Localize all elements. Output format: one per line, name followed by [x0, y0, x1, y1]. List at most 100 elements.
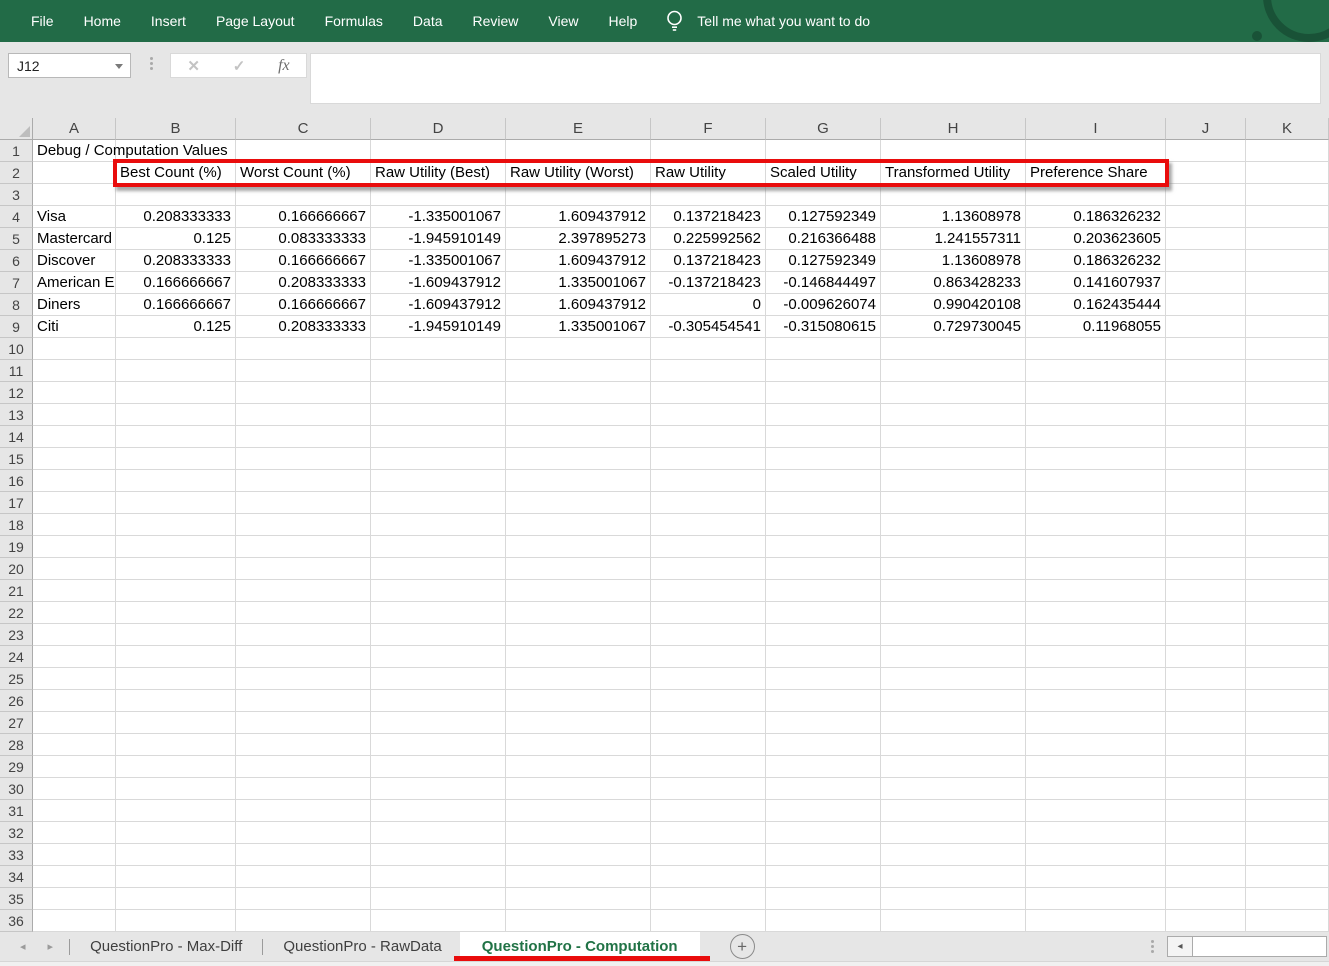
- cell-A7[interactable]: American Express: [33, 272, 116, 294]
- cell-C25[interactable]: [236, 668, 371, 690]
- cell-C1[interactable]: [236, 140, 371, 162]
- cell-D29[interactable]: [371, 756, 506, 778]
- cell-I24[interactable]: [1026, 646, 1166, 668]
- cell-I1[interactable]: [1026, 140, 1166, 162]
- cell-J4[interactable]: [1166, 206, 1246, 228]
- cell-H34[interactable]: [881, 866, 1026, 888]
- cell-K24[interactable]: [1246, 646, 1329, 668]
- cell-B12[interactable]: [116, 382, 236, 404]
- cell-A11[interactable]: [33, 360, 116, 382]
- cell-I7[interactable]: 0.141607937: [1026, 272, 1166, 294]
- cell-I2[interactable]: Preference Share: [1026, 162, 1166, 184]
- cell-G22[interactable]: [766, 602, 881, 624]
- cell-E26[interactable]: [506, 690, 651, 712]
- cell-H22[interactable]: [881, 602, 1026, 624]
- cell-C8[interactable]: 0.166666667: [236, 294, 371, 316]
- cell-A12[interactable]: [33, 382, 116, 404]
- cell-C29[interactable]: [236, 756, 371, 778]
- cell-K3[interactable]: [1246, 184, 1329, 206]
- cell-J26[interactable]: [1166, 690, 1246, 712]
- cell-E23[interactable]: [506, 624, 651, 646]
- cell-C6[interactable]: 0.166666667: [236, 250, 371, 272]
- cell-C21[interactable]: [236, 580, 371, 602]
- menu-item-view[interactable]: View: [533, 0, 593, 42]
- cell-A20[interactable]: [33, 558, 116, 580]
- sheet-tab-questionpro-max-diff[interactable]: QuestionPro - Max-Diff: [72, 932, 260, 961]
- cell-E27[interactable]: [506, 712, 651, 734]
- cell-G9[interactable]: -0.315080615: [766, 316, 881, 338]
- row-header-12[interactable]: 12: [0, 382, 33, 404]
- cell-C30[interactable]: [236, 778, 371, 800]
- cell-I10[interactable]: [1026, 338, 1166, 360]
- cell-B8[interactable]: 0.166666667: [116, 294, 236, 316]
- cell-D24[interactable]: [371, 646, 506, 668]
- menu-item-file[interactable]: File: [16, 0, 69, 42]
- cell-B22[interactable]: [116, 602, 236, 624]
- cell-I36[interactable]: [1026, 910, 1166, 932]
- cell-G28[interactable]: [766, 734, 881, 756]
- cell-B36[interactable]: [116, 910, 236, 932]
- cell-G30[interactable]: [766, 778, 881, 800]
- cell-H36[interactable]: [881, 910, 1026, 932]
- cell-A28[interactable]: [33, 734, 116, 756]
- cell-J18[interactable]: [1166, 514, 1246, 536]
- cell-I35[interactable]: [1026, 888, 1166, 910]
- cell-D36[interactable]: [371, 910, 506, 932]
- cell-E15[interactable]: [506, 448, 651, 470]
- cell-G29[interactable]: [766, 756, 881, 778]
- cell-C13[interactable]: [236, 404, 371, 426]
- cell-A32[interactable]: [33, 822, 116, 844]
- cell-K22[interactable]: [1246, 602, 1329, 624]
- cell-E2[interactable]: Raw Utility (Worst): [506, 162, 651, 184]
- cell-F19[interactable]: [651, 536, 766, 558]
- row-header-28[interactable]: 28: [0, 734, 33, 756]
- cell-B14[interactable]: [116, 426, 236, 448]
- row-header-6[interactable]: 6: [0, 250, 33, 272]
- cell-F6[interactable]: 0.137218423: [651, 250, 766, 272]
- cell-E28[interactable]: [506, 734, 651, 756]
- cell-E35[interactable]: [506, 888, 651, 910]
- cell-F22[interactable]: [651, 602, 766, 624]
- row-header-4[interactable]: 4: [0, 206, 33, 228]
- cell-H29[interactable]: [881, 756, 1026, 778]
- cell-A33[interactable]: [33, 844, 116, 866]
- menu-item-help[interactable]: Help: [594, 0, 653, 42]
- cell-D2[interactable]: Raw Utility (Best): [371, 162, 506, 184]
- cell-K7[interactable]: [1246, 272, 1329, 294]
- cell-A30[interactable]: [33, 778, 116, 800]
- menu-item-formulas[interactable]: Formulas: [310, 0, 398, 42]
- cell-A34[interactable]: [33, 866, 116, 888]
- cell-K33[interactable]: [1246, 844, 1329, 866]
- cell-J27[interactable]: [1166, 712, 1246, 734]
- cell-E16[interactable]: [506, 470, 651, 492]
- cell-F18[interactable]: [651, 514, 766, 536]
- cell-G25[interactable]: [766, 668, 881, 690]
- cell-D16[interactable]: [371, 470, 506, 492]
- cell-B3[interactable]: [116, 184, 236, 206]
- cell-E33[interactable]: [506, 844, 651, 866]
- cell-B2[interactable]: Best Count (%): [116, 162, 236, 184]
- cell-G8[interactable]: -0.009626074: [766, 294, 881, 316]
- add-sheet-button[interactable]: +: [730, 934, 755, 959]
- horizontal-scrollbar[interactable]: [1193, 936, 1327, 957]
- cell-G26[interactable]: [766, 690, 881, 712]
- cell-D1[interactable]: [371, 140, 506, 162]
- cell-J5[interactable]: [1166, 228, 1246, 250]
- cell-D35[interactable]: [371, 888, 506, 910]
- cell-F32[interactable]: [651, 822, 766, 844]
- cell-F14[interactable]: [651, 426, 766, 448]
- cell-J2[interactable]: [1166, 162, 1246, 184]
- cell-H16[interactable]: [881, 470, 1026, 492]
- row-header-25[interactable]: 25: [0, 668, 33, 690]
- cell-A14[interactable]: [33, 426, 116, 448]
- cell-E8[interactable]: 1.609437912: [506, 294, 651, 316]
- cell-H3[interactable]: [881, 184, 1026, 206]
- cell-I25[interactable]: [1026, 668, 1166, 690]
- cell-D20[interactable]: [371, 558, 506, 580]
- cell-G32[interactable]: [766, 822, 881, 844]
- cell-A23[interactable]: [33, 624, 116, 646]
- cell-E17[interactable]: [506, 492, 651, 514]
- cell-A1[interactable]: Debug / Computation Values: [33, 140, 116, 162]
- cell-F4[interactable]: 0.137218423: [651, 206, 766, 228]
- cell-G20[interactable]: [766, 558, 881, 580]
